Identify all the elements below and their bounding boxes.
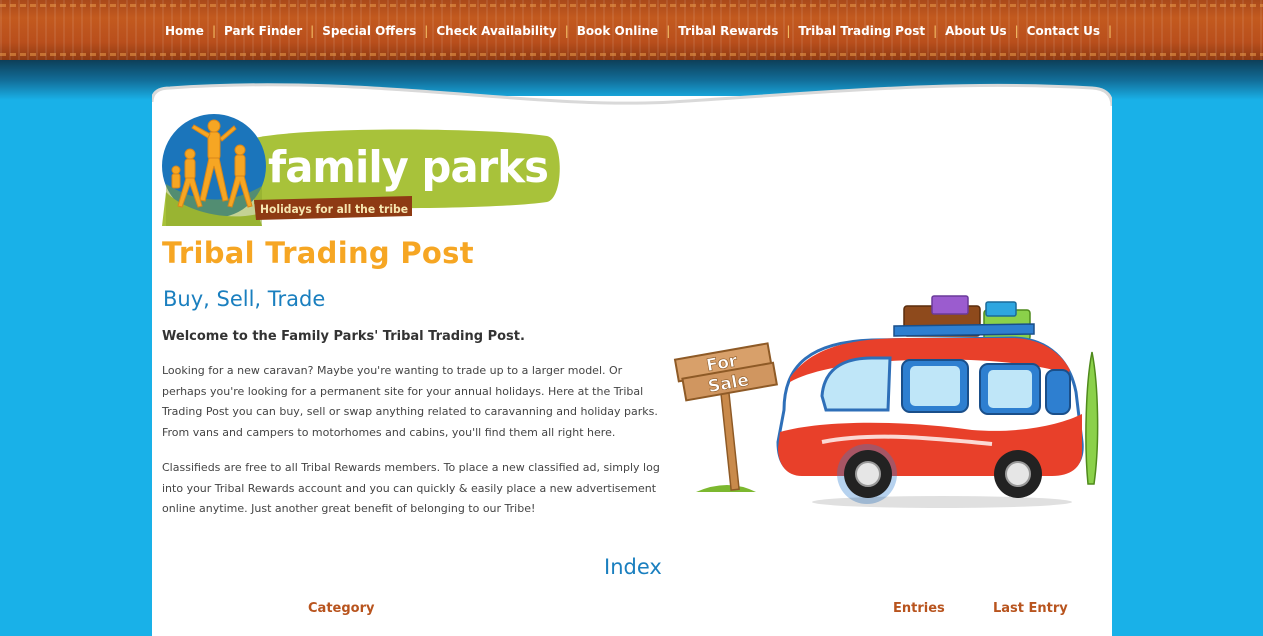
main-nav: Home | Park Finder | Special Offers | Ch… [165, 22, 1120, 40]
classifieds-paragraph: Classifieds are free to all Tribal Rewar… [162, 461, 660, 515]
nav-separator: | [666, 24, 671, 38]
nav-separator: | [786, 24, 791, 38]
nav-separator: | [310, 24, 315, 38]
nav-separator: | [1014, 24, 1019, 38]
page-subtitle: Buy, Sell, Trade [163, 287, 326, 311]
nav-check-availability[interactable]: Check Availability [436, 24, 556, 38]
index-heading: Index [604, 555, 662, 579]
for-sale-sign: For Sale [673, 342, 778, 402]
nav-contact-us[interactable]: Contact Us [1027, 24, 1100, 38]
welcome-text: Welcome to the Family Parks' Tribal Trad… [162, 329, 525, 344]
nav-separator: | [933, 24, 938, 38]
campervan-illustration: For Sale [673, 295, 1099, 508]
nav-home[interactable]: Home [165, 24, 204, 38]
nav-special-offers[interactable]: Special Offers [322, 24, 416, 38]
nav-separator: | [1108, 24, 1113, 38]
nav-separator: | [211, 24, 216, 38]
nav-separator: | [564, 24, 569, 38]
logo-wordmark: family parks [268, 142, 548, 193]
nav-tribal-rewards[interactable]: Tribal Rewards [678, 24, 778, 38]
nav-book-online[interactable]: Book Online [577, 24, 658, 38]
nav-tribal-trading-post[interactable]: Tribal Trading Post [798, 24, 925, 38]
intro-paragraph: Looking for a new caravan? Maybe you're … [162, 364, 658, 439]
family-parks-logo[interactable]: family parks Holidays for all the tribe [162, 114, 562, 226]
logo-tagline: Holidays for all the tribe [260, 202, 408, 216]
nav-separator: | [424, 24, 429, 38]
page-title: Tribal Trading Post [162, 236, 474, 270]
nav-park-finder[interactable]: Park Finder [224, 24, 302, 38]
nav-about-us[interactable]: About Us [945, 24, 1006, 38]
